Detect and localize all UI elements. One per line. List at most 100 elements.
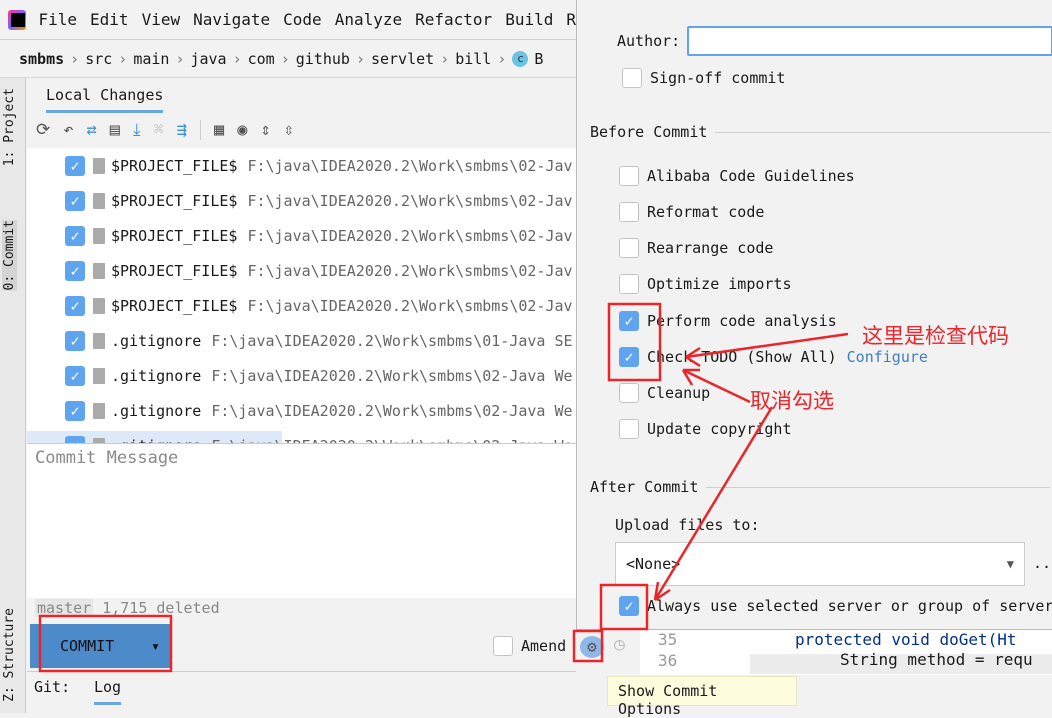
menu-view[interactable]: View <box>142 10 181 29</box>
checkbox-checked[interactable]: ✓ <box>65 366 85 386</box>
checkbox[interactable] <box>493 636 513 656</box>
checkbox-checked[interactable]: ✓ <box>65 401 85 421</box>
menu-run[interactable]: R <box>566 10 576 29</box>
annotation-check-code: 这里是检查代码 <box>862 324 1009 348</box>
menu-navigate[interactable]: Navigate <box>193 10 270 29</box>
checkbox[interactable] <box>619 274 639 294</box>
before-commit-option[interactable]: Optimize imports <box>619 274 792 294</box>
crumb[interactable]: java <box>190 50 226 68</box>
menu-edit[interactable]: Edit <box>90 10 129 29</box>
upload-server-select[interactable]: <None> ▼ <box>615 542 1025 586</box>
file-icon <box>93 333 105 349</box>
option-label: Rearrange code <box>647 239 774 257</box>
file-row[interactable]: ✓ $PROJECT_FILE$ F:\java\IDEA2020.2\Work\s… <box>27 256 576 286</box>
expand-all-icon[interactable]: ⇕ <box>261 120 271 140</box>
checkbox[interactable] <box>622 68 642 88</box>
checkbox-checked[interactable]: ✓ <box>619 347 639 367</box>
before-commit-option[interactable]: ✓ Perform code analysis <box>619 311 837 331</box>
checkbox-checked[interactable]: ✓ <box>65 296 85 316</box>
diff-icon[interactable]: ⇄ <box>87 120 97 140</box>
file-row[interactable]: ✓.gitignoreF:\java\IDEA2020.2\Work\smbms… <box>27 361 576 391</box>
before-commit-option[interactable]: Update copyright <box>619 419 792 439</box>
file-name: $PROJECT_FILE$ <box>111 297 238 315</box>
merge-icon[interactable]: ⇶ <box>177 120 187 140</box>
refresh-icon[interactable]: ⟳ <box>36 120 50 140</box>
tooltip: Show Commit Options <box>607 676 797 718</box>
menu-file[interactable]: File <box>39 10 78 29</box>
clock-icon[interactable]: ◷ <box>614 634 625 655</box>
crumb[interactable]: servlet <box>371 50 434 68</box>
file-path: F:\java\IDEA2020.2\Work\smbms\02-Jav <box>247 227 573 245</box>
checkbox-checked[interactable]: ✓ <box>619 311 639 331</box>
collapse-all-icon[interactable]: ⇳ <box>284 120 294 140</box>
checkbox[interactable] <box>619 419 639 439</box>
file-row[interactable]: ✓ $PROJECT_FILE$ F:\java\IDEA2020.2\Work\s… <box>27 221 576 251</box>
checkbox-checked[interactable]: ✓ <box>65 226 85 246</box>
file-row[interactable]: ✓ $PROJECT_FILE$ F:\java\IDEA2020.2\Work\s… <box>27 186 576 216</box>
menu-build[interactable]: Build <box>505 10 553 29</box>
gear-icon[interactable]: ⚙ <box>580 636 604 658</box>
configure-link[interactable]: Configure <box>847 348 928 366</box>
checkbox[interactable] <box>619 166 639 186</box>
menu-refactor[interactable]: Refactor <box>415 10 492 29</box>
before-commit-option[interactable]: Reformat code <box>619 202 764 222</box>
code-editor[interactable]: 35 36 protected void doGet(Ht String met… <box>640 630 1052 675</box>
checkbox[interactable] <box>619 383 639 403</box>
side-tab-project[interactable]: 1: Project <box>2 88 17 166</box>
checkbox-checked[interactable]: ✓ <box>619 596 639 616</box>
side-tab-commit[interactable]: 0: Commit <box>2 220 17 291</box>
rollback-icon[interactable]: ↶ <box>63 120 73 140</box>
checkbox-checked[interactable]: ✓ <box>65 156 85 176</box>
file-row[interactable]: ✓ $PROJECT_FILE$ F:\java\IDEA2020.2\Work\s… <box>27 291 576 321</box>
file-row[interactable]: ✓.gitignoreF:\java\IDEA2020.2\Work\smbms… <box>27 326 576 356</box>
author-input[interactable] <box>687 26 1052 56</box>
checkbox[interactable] <box>619 202 639 222</box>
crumb[interactable]: github <box>296 50 350 68</box>
side-tab-structure[interactable]: Z: Structure <box>2 608 17 702</box>
author-label: Author: <box>617 32 681 50</box>
file-row[interactable]: ✓ $PROJECT_FILE$ F:\java\IDEA2020.2\Work\s… <box>27 151 576 181</box>
tab-local-changes[interactable]: Local Changes <box>46 86 164 113</box>
crumb[interactable]: B <box>534 50 543 68</box>
option-label: Update copyright <box>647 420 792 438</box>
dropdown-arrow-icon[interactable]: ▾ <box>151 637 160 655</box>
commit-button[interactable]: COMMIT ▾ <box>30 624 170 668</box>
file-icon <box>93 368 105 384</box>
before-commit-option[interactable]: Rearrange code <box>619 238 773 258</box>
update-icon[interactable]: ⤓ <box>133 120 141 140</box>
commit-message-placeholder: Commit Message <box>35 448 179 468</box>
menu-code[interactable]: Code <box>283 10 322 29</box>
group-by-icon[interactable]: ▦ <box>214 120 224 140</box>
browse-button[interactable]: .. <box>1033 554 1051 572</box>
file-path: F:\java\IDEA2020.2\Work\smbms\01-Java SE <box>211 332 573 350</box>
checkbox-checked[interactable]: ✓ <box>65 331 85 351</box>
file-row[interactable]: ✓.gitignoreF:\java\IDEA2020.2\Work\smbms… <box>27 431 576 443</box>
checkbox[interactable] <box>619 238 639 258</box>
checkbox-checked[interactable]: ✓ <box>65 261 85 281</box>
view-options-icon[interactable]: ◉ <box>237 120 247 140</box>
file-path: F:\java\IDEA2020.2\Work\smbms\02-Jav <box>247 297 573 315</box>
before-commit-option[interactable]: ✓ Check TODO (Show All) Configure <box>619 347 928 367</box>
before-commit-option[interactable]: Cleanup <box>619 383 710 403</box>
code-line: protected void doGet(Ht <box>795 630 1017 649</box>
before-commit-option[interactable]: Alibaba Code Guidelines <box>619 166 855 186</box>
file-icon <box>93 228 105 244</box>
checkbox-checked[interactable]: ✓ <box>65 436 85 443</box>
commit-label: COMMIT <box>60 637 115 655</box>
sign-off-checkbox[interactable]: Sign-off commit <box>622 68 785 88</box>
crumb[interactable]: bill <box>455 50 491 68</box>
crumb[interactable]: com <box>248 50 275 68</box>
branch-label[interactable]: master <box>35 599 94 617</box>
commit-message-input[interactable]: Commit Message <box>27 443 576 598</box>
amend-checkbox[interactable]: Amend <box>493 636 566 656</box>
changelist-icon[interactable]: ▤ <box>110 120 120 140</box>
crumb[interactable]: src <box>85 50 112 68</box>
tab-log[interactable]: Log <box>94 678 122 705</box>
crumb[interactable]: main <box>133 50 169 68</box>
checkbox-checked[interactable]: ✓ <box>65 191 85 211</box>
menu-analyze[interactable]: Analyze <box>335 10 402 29</box>
file-row[interactable]: ✓.gitignoreF:\java\IDEA2020.2\Work\smbms… <box>27 396 576 426</box>
shelve-icon[interactable]: ⌘ <box>154 120 164 140</box>
always-use-checkbox[interactable]: ✓ Always use selected server or group of… <box>619 596 1052 616</box>
crumb-project[interactable]: smbms <box>19 50 64 68</box>
